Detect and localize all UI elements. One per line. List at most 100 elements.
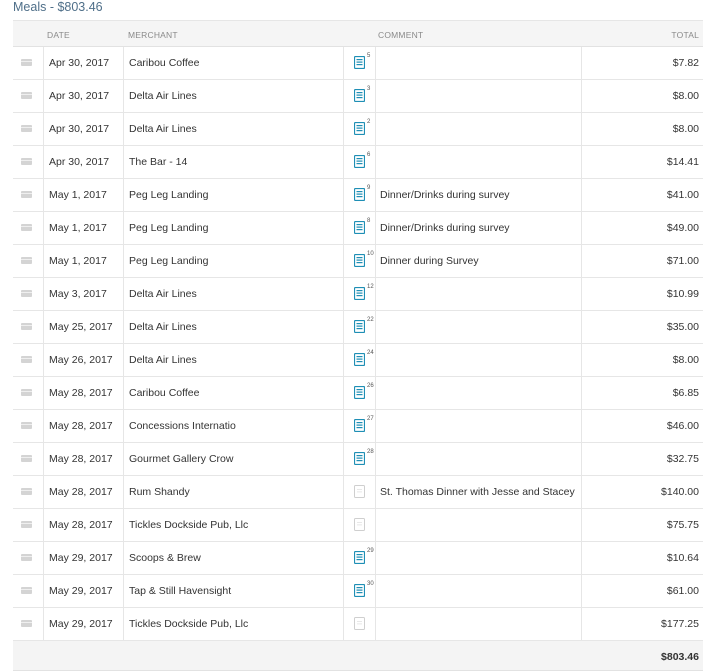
receipt-icon[interactable]	[354, 155, 365, 168]
row-select-cell[interactable]	[13, 179, 43, 211]
receipt-empty-icon[interactable]	[354, 485, 365, 498]
row-receipt-cell[interactable]: 28	[343, 443, 375, 475]
receipt-empty-icon[interactable]	[354, 617, 365, 630]
row-receipt-cell[interactable]: 8	[343, 212, 375, 244]
row-receipt-cell[interactable]: 22	[343, 311, 375, 343]
checkbox-icon[interactable]	[21, 191, 32, 198]
row-select-cell[interactable]	[13, 476, 43, 508]
row-select-cell[interactable]	[13, 443, 43, 475]
table-row[interactable]: May 28, 2017 Gourmet Gallery Crow 28 $32.75	[13, 443, 703, 476]
table-row[interactable]: May 29, 2017 Tap & Still Havensight 30 $61.…	[13, 575, 703, 608]
table-row[interactable]: Apr 30, 2017 Caribou Coffee 5 $7.82	[13, 47, 703, 80]
receipt-icon[interactable]	[354, 254, 365, 267]
checkbox-icon[interactable]	[21, 290, 32, 297]
receipt-icon[interactable]	[354, 89, 365, 102]
row-receipt-cell[interactable]: 26	[343, 377, 375, 409]
table-row[interactable]: May 28, 2017 Rum Shandy St. Thomas Dinner …	[13, 476, 703, 509]
row-comment	[375, 542, 581, 574]
row-receipt-cell[interactable]	[343, 608, 375, 640]
row-receipt-cell[interactable]: 30	[343, 575, 375, 607]
receipt-icon[interactable]	[354, 56, 365, 69]
row-select-cell[interactable]	[13, 575, 43, 607]
checkbox-icon[interactable]	[21, 323, 32, 330]
checkbox-icon[interactable]	[21, 521, 32, 528]
row-select-cell[interactable]	[13, 311, 43, 343]
row-select-cell[interactable]	[13, 212, 43, 244]
row-receipt-cell[interactable]: 24	[343, 344, 375, 376]
checkbox-icon[interactable]	[21, 224, 32, 231]
row-receipt-cell[interactable]: 9	[343, 179, 375, 211]
row-receipt-cell[interactable]: 6	[343, 146, 375, 178]
table-row[interactable]: Apr 30, 2017 The Bar - 14 6 $14.41	[13, 146, 703, 179]
receipt-icon[interactable]	[354, 188, 365, 201]
receipt-icon[interactable]	[354, 452, 365, 465]
receipt-empty-icon[interactable]	[354, 518, 365, 531]
row-select-cell[interactable]	[13, 80, 43, 112]
checkbox-icon[interactable]	[21, 158, 32, 165]
row-merchant: Delta Air Lines	[123, 311, 343, 343]
checkbox-icon[interactable]	[21, 125, 32, 132]
table-row[interactable]: May 29, 2017 Scoops & Brew 29 $10.64	[13, 542, 703, 575]
row-merchant: Scoops & Brew	[123, 542, 343, 574]
table-row[interactable]: May 3, 2017 Delta Air Lines 12 $10.99	[13, 278, 703, 311]
table-row[interactable]: May 25, 2017 Delta Air Lines 22 $35.00	[13, 311, 703, 344]
column-header-comment[interactable]: COMMENT	[378, 30, 423, 40]
row-select-cell[interactable]	[13, 509, 43, 541]
checkbox-icon[interactable]	[21, 554, 32, 561]
row-merchant: Delta Air Lines	[123, 80, 343, 112]
receipt-icon[interactable]	[354, 386, 365, 399]
table-row[interactable]: Apr 30, 2017 Delta Air Lines 3 $8.00	[13, 80, 703, 113]
table-row[interactable]: May 1, 2017 Peg Leg Landing 8 Dinner/Drinks…	[13, 212, 703, 245]
row-receipt-cell[interactable]: 12	[343, 278, 375, 310]
checkbox-icon[interactable]	[21, 356, 32, 363]
checkbox-icon[interactable]	[21, 455, 32, 462]
row-select-cell[interactable]	[13, 608, 43, 640]
row-receipt-cell[interactable]: 10	[343, 245, 375, 277]
table-row[interactable]: May 26, 2017 Delta Air Lines 24 $8.00	[13, 344, 703, 377]
receipt-icon[interactable]	[354, 584, 365, 597]
receipt-icon[interactable]	[354, 287, 365, 300]
receipt-icon[interactable]	[354, 419, 365, 432]
checkbox-icon[interactable]	[21, 59, 32, 66]
receipt-icon[interactable]	[354, 320, 365, 333]
row-select-cell[interactable]	[13, 542, 43, 574]
checkbox-icon[interactable]	[21, 389, 32, 396]
table-row[interactable]: May 28, 2017 Caribou Coffee 26 $6.85	[13, 377, 703, 410]
checkbox-icon[interactable]	[21, 92, 32, 99]
row-receipt-cell[interactable]	[343, 509, 375, 541]
row-select-cell[interactable]	[13, 146, 43, 178]
table-row[interactable]: May 1, 2017 Peg Leg Landing 9 Dinner/Drinks…	[13, 179, 703, 212]
column-header-date[interactable]: DATE	[47, 30, 70, 40]
row-date: May 28, 2017	[43, 377, 123, 409]
checkbox-icon[interactable]	[21, 488, 32, 495]
table-row[interactable]: May 28, 2017 Tickles Dockside Pub, Llc $75…	[13, 509, 703, 542]
row-select-cell[interactable]	[13, 245, 43, 277]
table-row[interactable]: May 28, 2017 Concessions Internatio 27 $46.…	[13, 410, 703, 443]
checkbox-icon[interactable]	[21, 587, 32, 594]
table-row[interactable]: May 29, 2017 Tickles Dockside Pub, Llc $17…	[13, 608, 703, 641]
receipt-icon[interactable]	[354, 551, 365, 564]
checkbox-icon[interactable]	[21, 422, 32, 429]
checkbox-icon[interactable]	[21, 620, 32, 627]
row-select-cell[interactable]	[13, 344, 43, 376]
receipt-count: 2	[367, 119, 371, 125]
row-receipt-cell[interactable]	[343, 476, 375, 508]
row-select-cell[interactable]	[13, 113, 43, 145]
receipt-icon[interactable]	[354, 353, 365, 366]
column-header-total[interactable]: TOTAL	[671, 30, 699, 40]
row-receipt-cell[interactable]: 29	[343, 542, 375, 574]
row-receipt-cell[interactable]: 5	[343, 47, 375, 79]
row-receipt-cell[interactable]: 27	[343, 410, 375, 442]
row-select-cell[interactable]	[13, 278, 43, 310]
row-select-cell[interactable]	[13, 377, 43, 409]
row-receipt-cell[interactable]: 2	[343, 113, 375, 145]
checkbox-icon[interactable]	[21, 257, 32, 264]
table-row[interactable]: May 1, 2017 Peg Leg Landing 10 Dinner durin…	[13, 245, 703, 278]
row-select-cell[interactable]	[13, 410, 43, 442]
row-receipt-cell[interactable]: 3	[343, 80, 375, 112]
table-row[interactable]: Apr 30, 2017 Delta Air Lines 2 $8.00	[13, 113, 703, 146]
receipt-icon[interactable]	[354, 122, 365, 135]
column-header-merchant[interactable]: MERCHANT	[128, 30, 178, 40]
row-select-cell[interactable]	[13, 47, 43, 79]
receipt-icon[interactable]	[354, 221, 365, 234]
